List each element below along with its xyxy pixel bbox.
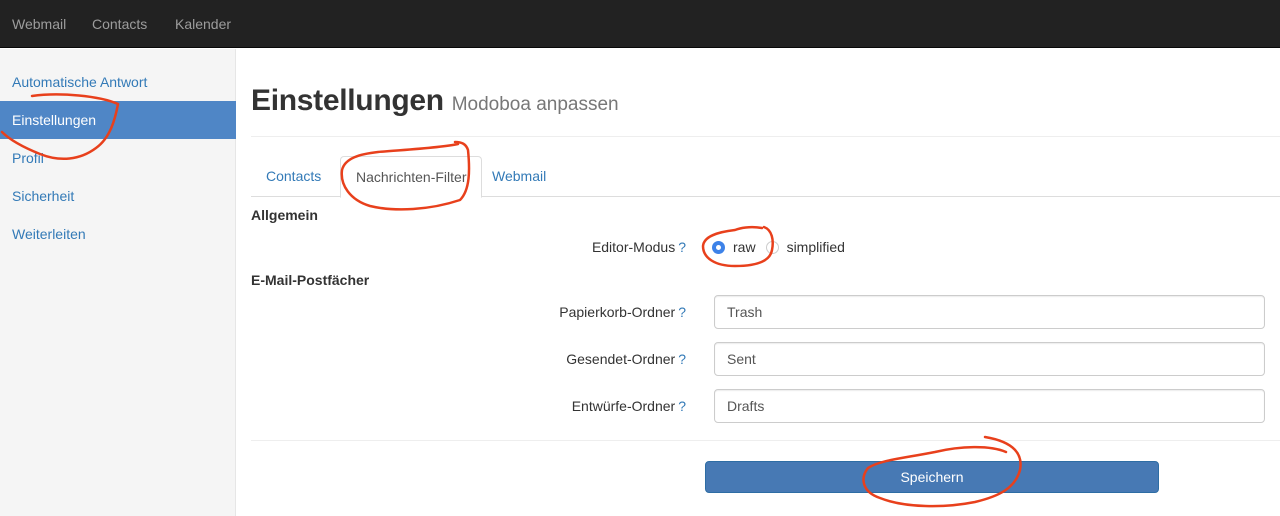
nav-contacts[interactable]: Contacts (92, 0, 147, 48)
sent-folder-label-text: Gesendet-Ordner (566, 351, 676, 367)
header-divider (251, 136, 1280, 137)
editor-mode-label-text: Editor-Modus (591, 239, 676, 255)
page-title: Einstellungen (251, 84, 444, 117)
sent-folder-input[interactable] (714, 342, 1265, 376)
trash-folder-label: Papierkorb-Ordner? (559, 304, 686, 320)
nav-kalender[interactable]: Kalender (175, 0, 231, 48)
sidebar-item-sicherheit[interactable]: Sicherheit (0, 177, 236, 215)
top-navbar: Webmail Contacts Kalender (0, 0, 1280, 48)
radio-raw[interactable] (712, 240, 725, 254)
form-divider (251, 440, 1280, 441)
tab-nachrichten-filter[interactable]: Nachrichten-Filter (340, 156, 483, 198)
drafts-folder-label-text: Entwürfe-Ordner (571, 398, 676, 414)
nav-webmail[interactable]: Webmail (12, 0, 66, 48)
editor-mode-radio-group: raw simplified (712, 238, 853, 256)
sidebar-item-einstellungen[interactable]: Einstellungen (0, 101, 236, 139)
sidebar-item-weiterleiten[interactable]: Weiterleiten (0, 215, 236, 253)
section-title-postfaecher: E-Mail-Postfächer (251, 272, 370, 288)
help-icon[interactable]: ? (678, 398, 686, 414)
help-icon[interactable]: ? (678, 351, 686, 367)
trash-folder-input[interactable] (714, 295, 1265, 329)
drafts-folder-label: Entwürfe-Ordner? (572, 398, 686, 414)
sidebar-item-profil[interactable]: Profil (0, 139, 236, 177)
tab-webmail[interactable]: Webmail (477, 156, 561, 197)
sidebar-item-automatische-antwort[interactable]: Automatische Antwort (0, 63, 236, 101)
help-icon[interactable]: ? (678, 239, 686, 255)
editor-mode-label: Editor-Modus? (592, 239, 686, 255)
help-icon[interactable]: ? (678, 304, 686, 320)
drafts-folder-input[interactable] (714, 389, 1265, 423)
radio-simplified[interactable] (765, 240, 779, 254)
radio-raw-label[interactable]: raw (733, 239, 756, 255)
settings-tabs: Contacts Nachrichten-Filter Webmail (251, 156, 1280, 198)
sent-folder-label: Gesendet-Ordner? (566, 351, 686, 367)
sidebar: Automatische Antwort Einstellungen Profi… (0, 49, 236, 516)
radio-simplified-label[interactable]: simplified (787, 239, 845, 255)
tab-contacts[interactable]: Contacts (251, 156, 336, 197)
trash-folder-label-text: Papierkorb-Ordner (559, 304, 676, 320)
page-subtitle: Modoboa anpassen (451, 94, 619, 115)
page-header: Einstellungen Modoboa anpassen (251, 84, 619, 118)
save-button[interactable]: Speichern (705, 461, 1159, 493)
section-title-allgemein: Allgemein (251, 207, 318, 223)
